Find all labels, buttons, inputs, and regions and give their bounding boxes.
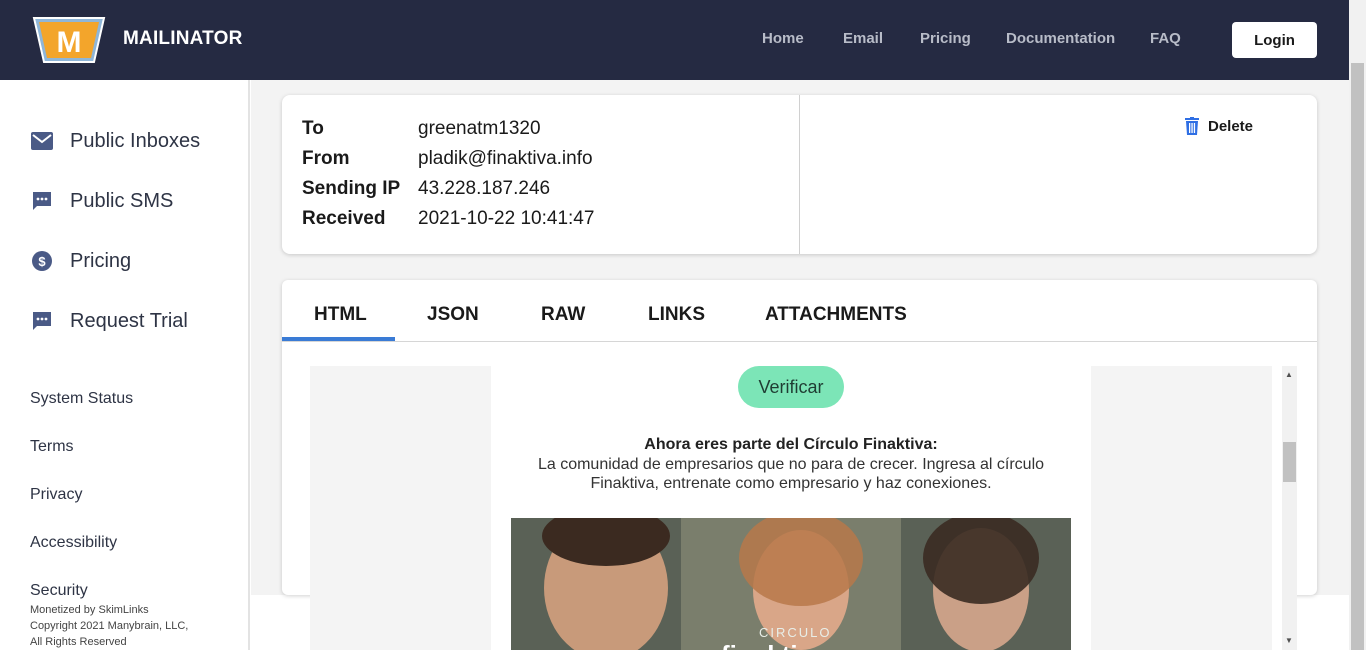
- nav-pricing[interactable]: Pricing: [920, 30, 971, 47]
- tab-json[interactable]: JSON: [427, 304, 479, 326]
- tab-html[interactable]: HTML: [314, 304, 367, 326]
- rights-note: All Rights Reserved: [30, 636, 127, 648]
- link-privacy[interactable]: Privacy: [30, 486, 82, 504]
- sidebar-item-label: Pricing: [70, 249, 132, 272]
- email-heading: Ahora eres parte del Círculo Finaktiva:: [644, 436, 938, 453]
- sidebar-item-pricing[interactable]: $ Pricing: [30, 246, 131, 276]
- link-system-status[interactable]: System Status: [30, 390, 133, 408]
- trash-icon: [1185, 117, 1199, 135]
- monetized-note: Monetized by SkimLinks: [30, 604, 149, 616]
- link-terms[interactable]: Terms: [30, 438, 74, 456]
- chat-icon: [30, 309, 54, 333]
- top-navbar: M MAILINATOR Home Email Pricing Document…: [0, 0, 1366, 80]
- mail-icon: [30, 129, 54, 153]
- active-tab-indicator: [282, 337, 395, 341]
- nav-documentation[interactable]: Documentation: [1006, 30, 1115, 47]
- mailinator-logo[interactable]: M: [30, 14, 108, 66]
- nav-faq[interactable]: FAQ: [1150, 30, 1181, 47]
- link-accessibility[interactable]: Accessibility: [30, 534, 117, 552]
- sidebar-item-public-sms[interactable]: Public SMS: [30, 186, 173, 216]
- page-scroll-thumb[interactable]: [1351, 63, 1364, 650]
- meta-value: 2021-10-22 10:41:47: [418, 208, 595, 229]
- delete-button[interactable]: Delete: [1185, 117, 1253, 135]
- scroll-up-icon[interactable]: ▲: [1285, 370, 1293, 379]
- logo-badge-icon: M: [32, 17, 106, 63]
- tab-bar: HTML JSON RAW LINKS ATTACHMENTS: [282, 280, 1317, 342]
- copyright-note: Copyright 2021 Manybrain, LLC,: [30, 620, 189, 632]
- tab-links[interactable]: LINKS: [648, 304, 705, 326]
- email-gutter-right: [1091, 366, 1272, 650]
- meta-value: greenatm1320: [418, 118, 541, 139]
- brand-name[interactable]: MAILINATOR: [123, 28, 243, 50]
- sidebar-item-label: Request Trial: [70, 309, 188, 332]
- tab-attachments[interactable]: ATTACHMENTS: [765, 304, 907, 326]
- meta-key: From: [302, 148, 350, 169]
- login-button[interactable]: Login: [1232, 22, 1317, 58]
- link-security[interactable]: Security: [30, 582, 88, 600]
- photo-caption: CIRCULO: [759, 625, 832, 640]
- meta-divider: [799, 95, 800, 254]
- nav-home[interactable]: Home: [762, 30, 804, 47]
- message-meta-card: To greenatm1320 From pladik@finaktiva.in…: [282, 95, 1317, 254]
- sms-icon: [30, 189, 54, 213]
- tab-raw[interactable]: RAW: [541, 304, 585, 326]
- verify-button[interactable]: Verificar: [738, 366, 844, 408]
- email-body: Verificar Ahora eres parte del Círculo F…: [491, 366, 1091, 650]
- sidebar-item-request-trial[interactable]: Request Trial: [30, 306, 188, 336]
- svg-text:$: $: [38, 254, 46, 269]
- page-scrollbar[interactable]: [1349, 0, 1366, 650]
- meta-value: pladik@finaktiva.info: [418, 148, 593, 169]
- email-scrollbar[interactable]: ▲ ▼: [1282, 366, 1297, 650]
- photo-brand: finaktiva: [721, 640, 827, 650]
- delete-label: Delete: [1208, 117, 1254, 135]
- meta-value: 43.228.187.246: [418, 178, 551, 199]
- promo-photo: CIRCULO finaktiva: [511, 518, 1071, 650]
- sidebar: Public Inboxes Public SMS $ Pricing Requ…: [0, 80, 250, 650]
- sidebar-item-label: Public SMS: [70, 189, 174, 212]
- scroll-down-icon[interactable]: ▼: [1285, 636, 1293, 645]
- email-scroll-thumb[interactable]: [1283, 442, 1296, 482]
- dollar-icon: $: [30, 249, 54, 273]
- sidebar-item-public-inboxes[interactable]: Public Inboxes: [30, 126, 200, 156]
- email-gutter-left: [310, 366, 491, 650]
- nav-email[interactable]: Email: [843, 30, 883, 47]
- meta-key: To: [302, 118, 324, 139]
- sidebar-item-label: Public Inboxes: [70, 129, 201, 152]
- email-paragraph: La comunidad de empresarios que no para …: [537, 456, 1045, 492]
- email-html-frame: Verificar Ahora eres parte del Círculo F…: [310, 366, 1297, 650]
- meta-key: Sending IP: [302, 178, 401, 199]
- meta-key: Received: [302, 208, 386, 229]
- logo-letter: M: [57, 26, 82, 59]
